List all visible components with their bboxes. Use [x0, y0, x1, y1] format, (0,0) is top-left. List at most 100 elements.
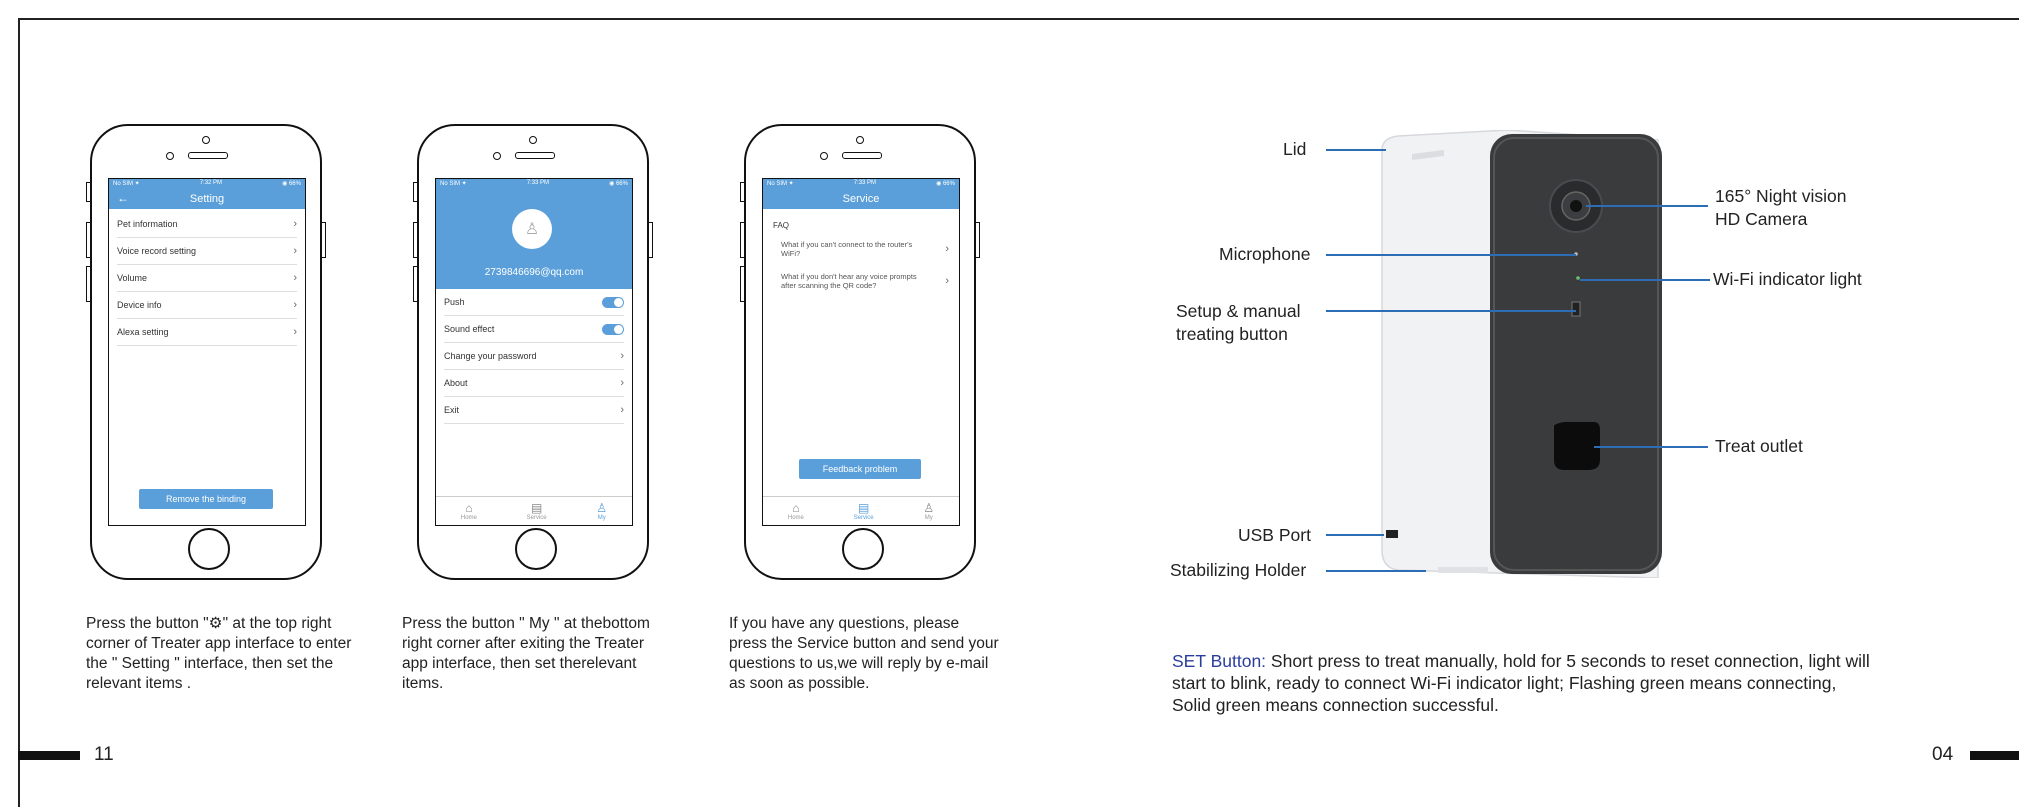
phone-my: No SIM ✦ 7:33 PM ◉ 66% ♙ 2739846696@qq.c…	[413, 124, 653, 580]
phone-side-button	[86, 266, 91, 302]
leader-line-holder	[1326, 570, 1426, 572]
setting-row-voice-record[interactable]: Voice record setting ›	[117, 238, 297, 265]
tab-label: Service	[853, 515, 874, 521]
tab-label: Home	[787, 515, 804, 521]
tab-label: Home	[460, 515, 477, 521]
chevron-right-icon: ›	[293, 272, 297, 284]
tab-label: Service	[526, 515, 547, 521]
row-exit[interactable]: Exit ›	[444, 397, 624, 424]
page-frame-left	[18, 18, 20, 807]
row-label: Sound effect	[444, 324, 495, 334]
home-icon: ⌂	[465, 501, 473, 515]
status-carrier: No SIM ✦	[440, 181, 467, 187]
status-battery: ◉ 66%	[936, 181, 955, 187]
row-change-password[interactable]: Change your password ›	[444, 343, 624, 370]
screen-title: Setting	[189, 193, 225, 205]
faq-heading: FAQ	[773, 221, 790, 230]
app-screen-setting: No SIM ✦ 7:32 PM ◉ 66% ← Setting Pet inf…	[108, 178, 306, 526]
row-label: Device info	[117, 300, 162, 310]
chevron-right-icon: ›	[620, 350, 624, 362]
setting-row-pet-information[interactable]: Pet information ›	[117, 211, 297, 238]
row-label: Pet information	[117, 219, 178, 229]
person-icon: ♙	[596, 501, 608, 515]
tab-service[interactable]: ▤ Service	[854, 501, 874, 521]
tab-service[interactable]: ▤ Service	[527, 501, 547, 521]
status-time: 7:32 PM	[199, 180, 223, 186]
home-button	[842, 528, 884, 570]
label-treat-outlet: Treat outlet	[1715, 436, 1803, 456]
back-arrow-icon[interactable]: ←	[117, 191, 129, 205]
phone-camera	[202, 136, 210, 144]
faq-item[interactable]: What if you don't hear any voice prompts…	[781, 266, 949, 296]
phone-sensor	[820, 152, 828, 160]
feedback-problem-button[interactable]: Feedback problem	[799, 459, 921, 479]
phone-speaker	[515, 152, 555, 159]
tab-my[interactable]: ♙ My	[923, 501, 934, 521]
phone-sensor	[166, 152, 174, 160]
tab-my[interactable]: ♙ My	[596, 501, 607, 521]
caption-service: If you have any questions, please press …	[729, 615, 999, 692]
tab-label: My	[597, 515, 606, 521]
phone-side-button	[86, 182, 91, 202]
row-label: Change your password	[444, 351, 537, 361]
set-button-description: SET Button: Short press to treat manuall…	[1172, 650, 1872, 716]
phone-side-button	[648, 222, 653, 258]
tab-label: My	[924, 515, 933, 521]
status-carrier: No SIM ✦	[113, 181, 140, 187]
leader-line-lid	[1326, 149, 1386, 151]
screen-title: Service	[842, 193, 880, 205]
set-button-text: Short press to treat manually, hold for …	[1172, 651, 1870, 715]
avatar-icon[interactable]: ♙	[512, 209, 552, 249]
leader-line-outlet	[1594, 446, 1708, 448]
nav-bar: Service	[763, 189, 959, 209]
status-time: 7:33 PM	[853, 180, 877, 186]
phone-camera	[529, 136, 537, 144]
label-stabilizing-holder: Stabilizing Holder	[1170, 560, 1307, 580]
chevron-right-icon: ›	[620, 404, 624, 416]
sound-effect-toggle[interactable]	[602, 323, 624, 335]
page-number-right: 04	[1932, 744, 1954, 765]
app-screen-service: No SIM ✦ 7:33 PM ◉ 66% Service FAQ What …	[762, 178, 960, 526]
app-screen-my: No SIM ✦ 7:33 PM ◉ 66% ♙ 2739846696@qq.c…	[435, 178, 633, 526]
phone-side-button	[740, 182, 745, 202]
page-bar-right	[1970, 751, 2019, 760]
home-button	[515, 528, 557, 570]
phone-side-button	[86, 222, 91, 258]
leader-line-setup-button	[1326, 310, 1576, 312]
label-camera-line1: 165° Night vision	[1715, 186, 1847, 206]
phone-side-button	[413, 222, 418, 258]
user-email: 2739846696@qq.com	[484, 267, 584, 278]
phone-speaker	[188, 152, 228, 159]
tab-home[interactable]: ⌂ Home	[788, 501, 804, 521]
caption-my: Press the button " My " at thebottom rig…	[402, 615, 650, 692]
row-about[interactable]: About ›	[444, 370, 624, 397]
status-carrier: No SIM ✦	[767, 181, 794, 187]
phone-camera	[856, 136, 864, 144]
faq-question: What if you don't hear any voice prompts…	[781, 272, 917, 290]
phone-side-button	[413, 182, 418, 202]
tab-bar: ⌂ Home ▤ Service ♙ My	[436, 496, 632, 525]
label-lid: Lid	[1283, 139, 1307, 159]
chevron-right-icon: ›	[293, 218, 297, 230]
row-label: Push	[444, 297, 465, 307]
setting-row-device-info[interactable]: Device info ›	[117, 292, 297, 319]
row-label: Alexa setting	[117, 327, 169, 337]
tab-home[interactable]: ⌂ Home	[461, 501, 477, 521]
row-label: Volume	[117, 273, 148, 283]
setting-row-alexa[interactable]: Alexa setting ›	[117, 319, 297, 346]
phone-speaker	[842, 152, 882, 159]
remove-binding-button[interactable]: Remove the binding	[139, 489, 273, 509]
status-time: 7:33 PM	[526, 180, 550, 186]
push-toggle[interactable]	[602, 296, 624, 308]
row-label: About	[444, 378, 468, 388]
status-battery: ◉ 66%	[282, 181, 301, 187]
service-icon: ▤	[857, 501, 870, 515]
phone-side-button	[975, 222, 980, 258]
chevron-right-icon: ›	[293, 326, 297, 338]
profile-header: ♙ 2739846696@qq.com	[436, 189, 632, 289]
setting-row-volume[interactable]: Volume ›	[117, 265, 297, 292]
phone-setting: No SIM ✦ 7:32 PM ◉ 66% ← Setting Pet inf…	[86, 124, 326, 580]
toggle-row-push: Push	[444, 289, 624, 316]
phone-side-button	[740, 222, 745, 258]
faq-item[interactable]: What if you can't connect to the router'…	[781, 234, 949, 264]
